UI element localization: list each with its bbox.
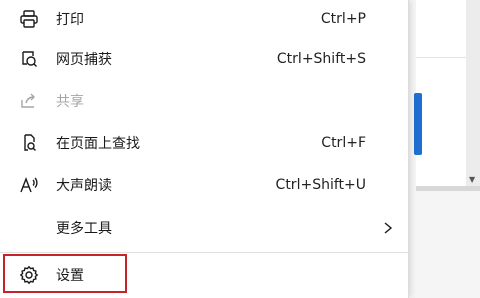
menu-item-share[interactable]: 共享 xyxy=(0,82,408,120)
background-page-pane xyxy=(416,0,466,186)
menu-item-shortcut: Ctrl+P xyxy=(320,11,366,27)
background-strip xyxy=(416,186,480,191)
menu-item-read-aloud[interactable]: 大声朗读 Ctrl+Shift+U xyxy=(0,166,408,204)
settings-and-more-menu: 打印 Ctrl+P 网页捕获 Ctrl+Shift+S 共享 在页面上查找 Ct… xyxy=(0,0,409,298)
scrollbar[interactable] xyxy=(466,0,480,186)
read-aloud-icon xyxy=(18,174,40,196)
menu-item-label: 在页面上查找 xyxy=(56,136,140,152)
menu-item-shortcut: Ctrl+F xyxy=(321,135,366,151)
menu-item-more-tools[interactable]: 更多工具 xyxy=(0,209,408,247)
find-on-page-icon xyxy=(18,132,40,154)
menu-item-label: 网页捕获 xyxy=(56,52,112,68)
scroll-down-icon[interactable]: ▼ xyxy=(469,176,475,184)
share-icon xyxy=(18,90,40,112)
web-capture-icon xyxy=(18,48,40,70)
background-divider xyxy=(416,57,466,58)
menu-item-find-on-page[interactable]: 在页面上查找 Ctrl+F xyxy=(0,124,408,162)
menu-item-label: 打印 xyxy=(56,12,84,28)
menu-item-print[interactable]: 打印 Ctrl+P xyxy=(0,0,408,38)
menu-item-label: 大声朗读 xyxy=(56,178,112,194)
menu-divider xyxy=(0,252,408,253)
menu-item-shortcut: Ctrl+Shift+S xyxy=(276,51,366,67)
chevron-right-icon xyxy=(382,221,394,235)
menu-item-shortcut: Ctrl+Shift+U xyxy=(275,177,366,193)
menu-item-label: 更多工具 xyxy=(56,221,112,237)
settings-highlight-annotation xyxy=(3,254,127,293)
menu-item-web-capture[interactable]: 网页捕获 Ctrl+Shift+S xyxy=(0,40,408,78)
menu-item-label: 共享 xyxy=(56,94,84,110)
printer-icon xyxy=(18,8,40,30)
background-blue-button xyxy=(414,93,422,155)
